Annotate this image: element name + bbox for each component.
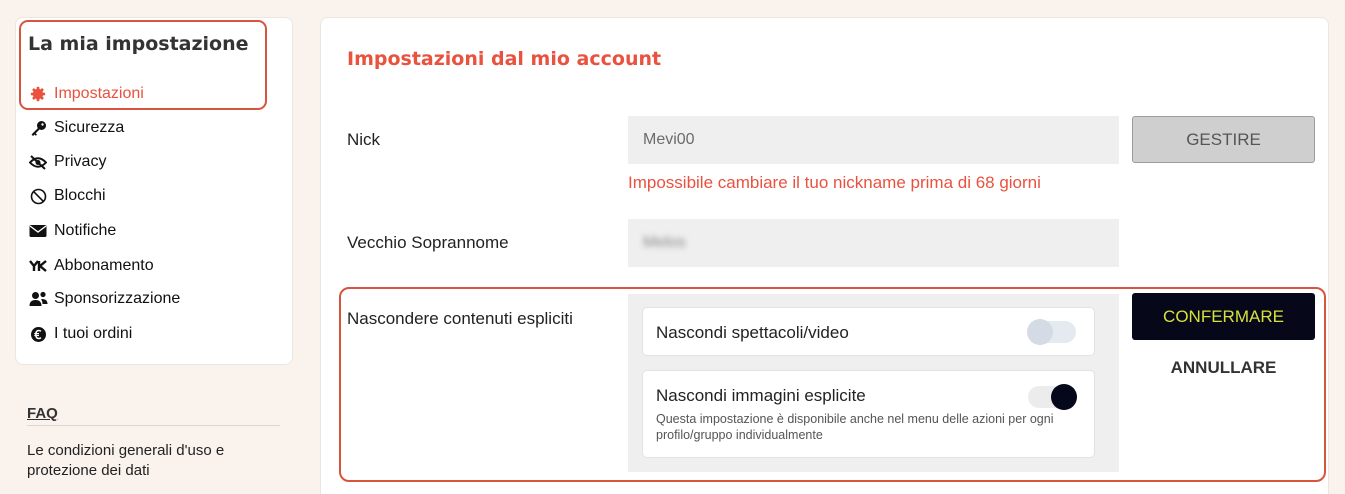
sidebar-item-label: Notifiche — [54, 222, 117, 239]
sidebar-item-notifiche[interactable]: Notifiche — [28, 220, 116, 242]
sidebar-item-impostazioni[interactable]: Impostazioni — [28, 83, 144, 105]
toggle-knob — [1027, 319, 1053, 345]
nick-label: Nick — [347, 130, 381, 149]
nick-field[interactable]: Mevi00 — [628, 116, 1119, 164]
envelope-icon — [28, 222, 48, 240]
manage-button[interactable]: GESTIRE — [1132, 116, 1315, 163]
option-hide-images: Nascondi immagini esplicite Questa impos… — [642, 370, 1095, 458]
users-icon — [28, 290, 48, 308]
faq-divider — [27, 425, 280, 426]
nick-value: Mevi00 — [643, 131, 695, 148]
option-label: Nascondi spettacoli/video — [656, 323, 849, 342]
sidebar-item-abbonamento[interactable]: Abbonamento — [28, 255, 154, 277]
old-nick-value: Melos — [643, 234, 686, 251]
sidebar-item-sicurezza[interactable]: Sicurezza — [28, 117, 124, 139]
sidebar-item-label: Privacy — [54, 153, 107, 170]
key-icon — [28, 119, 48, 137]
sidebar-item-label: Sponsorizzazione — [54, 290, 181, 307]
ban-icon — [28, 187, 48, 205]
old-nick-label: Vecchio Soprannome — [347, 233, 509, 252]
euro-coin-icon — [28, 325, 48, 343]
sidebar-item-label: Blocchi — [54, 187, 106, 204]
hide-videos-toggle[interactable] — [1027, 319, 1076, 345]
sidebar-title: La mia impostazione — [28, 33, 249, 55]
eye-slash-icon — [28, 153, 48, 171]
cancel-button[interactable]: ANNULLARE — [1132, 358, 1315, 378]
faq-link[interactable]: FAQ — [27, 405, 58, 422]
option-hide-videos: Nascondi spettacoli/video — [642, 307, 1095, 356]
legal-link[interactable]: Le condizioni generali d'uso e protezion… — [27, 441, 277, 481]
sidebar-item-sponsorizzazione[interactable]: Sponsorizzazione — [28, 288, 180, 310]
explicit-label: Nascondere contenuti espliciti — [347, 309, 573, 328]
option-label: Nascondi immagini esplicite — [656, 386, 866, 405]
old-nick-field: Melos — [628, 219, 1119, 267]
page-title: Impostazioni dal mio account — [347, 48, 662, 70]
sidebar-item-blocchi[interactable]: Blocchi — [28, 185, 106, 207]
sidebar-item-label: I tuoi ordini — [54, 325, 133, 342]
confirm-button[interactable]: CONFERMARE — [1132, 293, 1315, 340]
sidebar-item-privacy[interactable]: Privacy — [28, 151, 106, 173]
option-description: Questa impostazione è disponibile anche … — [656, 412, 1054, 442]
sidebar-item-label: Abbonamento — [54, 257, 154, 274]
gear-icon — [28, 85, 48, 103]
nick-error-message: Impossibile cambiare il tuo nickname pri… — [628, 173, 1041, 192]
hide-images-toggle[interactable] — [1028, 384, 1077, 410]
sidebar-item-ordini[interactable]: I tuoi ordini — [28, 323, 132, 345]
sidebar-item-label: Sicurezza — [54, 119, 125, 136]
sidebar-item-label: Impostazioni — [54, 85, 144, 102]
subscription-logo-icon — [28, 257, 48, 275]
toggle-knob — [1051, 384, 1077, 410]
